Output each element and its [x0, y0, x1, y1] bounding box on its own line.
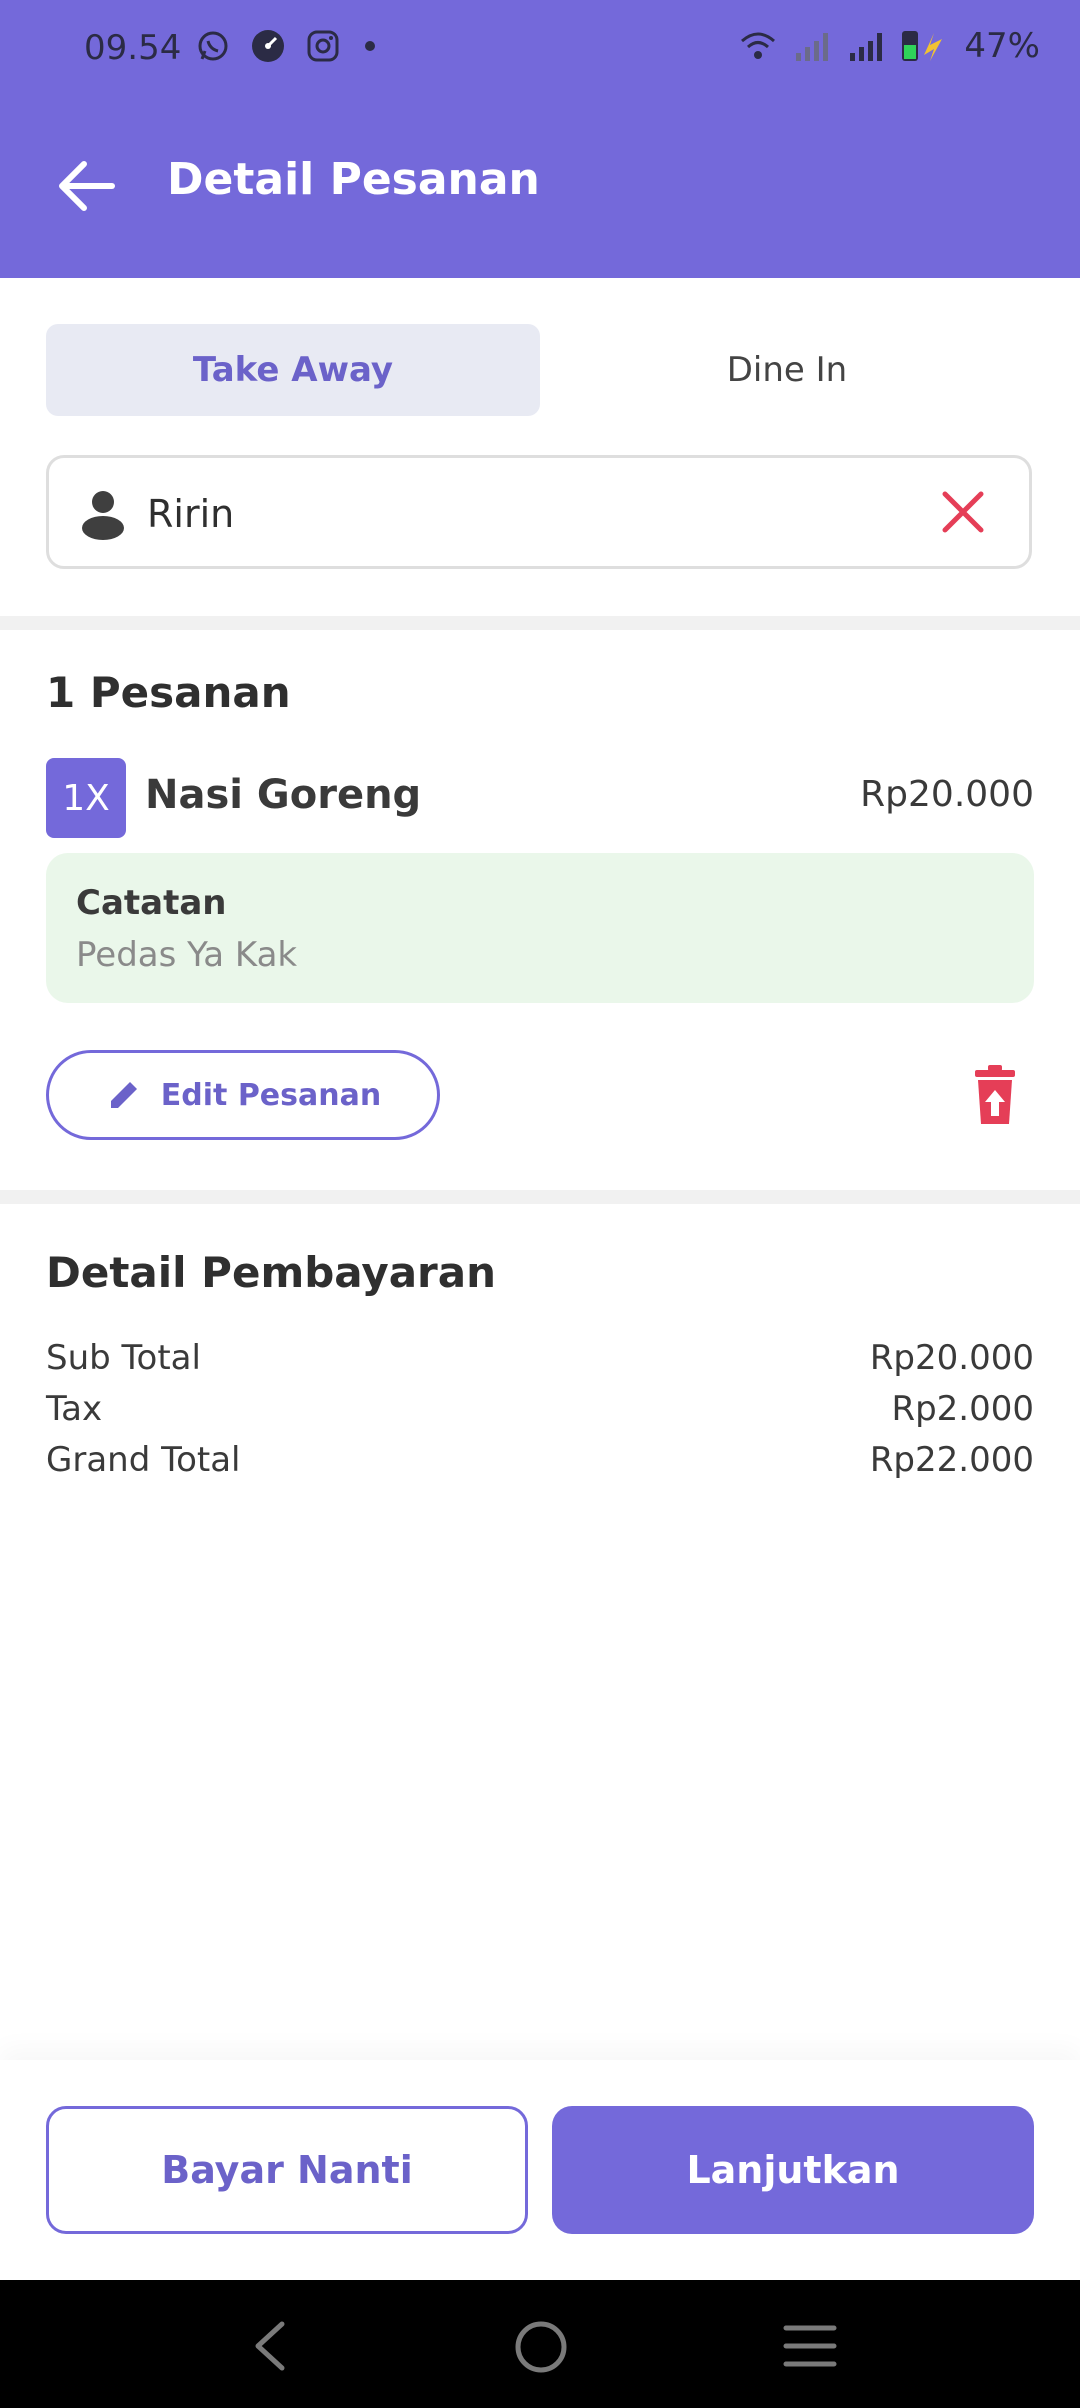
- instagram-icon: [307, 30, 339, 62]
- header: 09.54 47% Detail Pesanan: [0, 0, 1080, 278]
- status-bar: 09.54 47%: [0, 0, 1080, 100]
- payment-row-subtotal: Sub Total Rp20.000: [46, 1338, 1034, 1388]
- edit-order-button[interactable]: Edit Pesanan: [46, 1050, 440, 1140]
- item-price: Rp20.000: [860, 774, 1034, 815]
- payment-label: Grand Total: [46, 1440, 241, 1480]
- payment-label: Tax: [46, 1389, 103, 1429]
- order-count: 1 Pesanan: [46, 668, 291, 717]
- order-note: Catatan Pedas Ya Kak: [46, 853, 1034, 1003]
- speedometer-icon: [252, 30, 284, 62]
- tab-dine-in[interactable]: Dine In: [540, 324, 1034, 416]
- section-divider-2: [0, 1190, 1080, 1204]
- home-nav-icon[interactable]: [514, 2320, 568, 2374]
- trash-icon[interactable]: [972, 1064, 1018, 1126]
- status-time: 09.54: [84, 28, 182, 68]
- person-icon: [82, 491, 124, 540]
- item-name: Nasi Goreng: [145, 772, 422, 818]
- note-text: Pedas Ya Kak: [76, 935, 298, 975]
- customer-name-value: Ririn: [147, 492, 235, 536]
- section-divider: [0, 616, 1080, 630]
- app-bar: Detail Pesanan: [0, 110, 1080, 258]
- recents-nav-icon[interactable]: [782, 2320, 838, 2372]
- tab-take-away[interactable]: Take Away: [46, 324, 540, 416]
- wifi-icon: [741, 32, 776, 59]
- battery-percentage: 47%: [964, 26, 1040, 66]
- battery-icon: [902, 31, 943, 61]
- payment-value: Rp20.000: [869, 1338, 1034, 1378]
- whatsapp-icon: [198, 31, 228, 61]
- payment-value: Rp2.000: [891, 1389, 1034, 1429]
- payment-row-tax: Tax Rp2.000: [46, 1389, 1034, 1439]
- payment-title: Detail Pembayaran: [46, 1248, 497, 1297]
- back-nav-icon[interactable]: [250, 2320, 290, 2372]
- pencil-icon: [110, 1082, 137, 1108]
- signal-icon-2: [850, 33, 883, 61]
- continue-button[interactable]: Lanjutkan: [552, 2106, 1034, 2234]
- page-title: Detail Pesanan: [167, 154, 540, 205]
- close-icon[interactable]: [939, 488, 987, 536]
- quantity-badge: 1X: [46, 758, 126, 838]
- arrow-left-icon[interactable]: [50, 150, 122, 222]
- payment-label: Sub Total: [46, 1338, 201, 1378]
- order-type-toggle: Take Away Dine In: [46, 324, 1034, 416]
- pay-later-button[interactable]: Bayar Nanti: [46, 2106, 528, 2234]
- edit-order-label: Edit Pesanan: [160, 1077, 382, 1113]
- system-nav-bar: [0, 2280, 1080, 2408]
- payment-row-grand-total: Grand Total Rp22.000: [46, 1440, 1034, 1490]
- payment-value: Rp22.000: [869, 1440, 1034, 1480]
- note-label: Catatan: [76, 883, 227, 923]
- signal-icon: [796, 33, 829, 61]
- customer-name-field[interactable]: Ririn: [46, 455, 1032, 569]
- dot-icon: [365, 41, 375, 51]
